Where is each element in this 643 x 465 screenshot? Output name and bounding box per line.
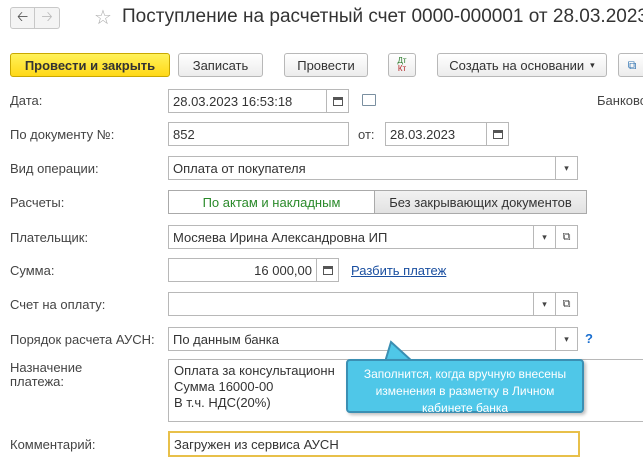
from-label: от: bbox=[358, 127, 375, 142]
calendar-icon bbox=[332, 96, 343, 106]
chevron-down-icon: ▾ bbox=[542, 231, 547, 242]
open-icon: ⧉ bbox=[562, 297, 571, 310]
payer-field[interactable]: Мосяева Ирина Александровна ИП bbox=[168, 225, 534, 249]
invoice-open-button[interactable]: ⧉ bbox=[556, 292, 578, 316]
purpose-label: Назначение платежа: bbox=[10, 361, 82, 389]
operation-select[interactable]: Оплата от покупателя bbox=[168, 156, 556, 180]
doc-date-field[interactable]: 28.03.2023 bbox=[385, 122, 487, 146]
ausn-dropdown-button[interactable]: ▾ bbox=[556, 327, 578, 351]
invoice-label: Счет на оплату: bbox=[10, 297, 106, 312]
operation-dropdown-button[interactable]: ▾ bbox=[556, 156, 578, 180]
comment-stamp-icon[interactable] bbox=[362, 94, 376, 106]
payer-open-button[interactable]: ⧉ bbox=[556, 225, 578, 249]
doc-number-field[interactable]: 852 bbox=[168, 122, 349, 146]
ausn-select[interactable]: По данным банка bbox=[168, 327, 556, 351]
calculator-icon bbox=[322, 265, 333, 275]
bank-label: Банковс bbox=[597, 93, 643, 108]
post-button[interactable]: Провести bbox=[284, 53, 368, 77]
arrow-left-icon: 🡠 bbox=[16, 8, 29, 24]
chevron-down-icon: ▾ bbox=[564, 333, 569, 344]
comment-label: Комментарий: bbox=[10, 437, 96, 452]
amount-field[interactable]: 16 000,00 bbox=[168, 258, 317, 282]
dt-kt-button[interactable]: Дт Кт bbox=[388, 53, 416, 77]
arrow-right-icon: 🡢 bbox=[41, 8, 53, 24]
chevron-down-icon: ▾ bbox=[564, 162, 569, 173]
calculator-button[interactable] bbox=[317, 258, 339, 282]
structure-button[interactable]: ⧉ bbox=[618, 53, 643, 77]
star-icon[interactable]: ☆ bbox=[94, 5, 112, 30]
ausn-label: Порядок расчета АУСН: bbox=[10, 332, 155, 347]
create-based-on-label: Создать на основании bbox=[449, 57, 585, 73]
purpose-label-line2: платежа: bbox=[10, 374, 64, 389]
split-payment-link[interactable]: Разбить платеж bbox=[351, 263, 446, 278]
calendar-icon bbox=[492, 129, 503, 139]
date-calendar-button[interactable] bbox=[327, 89, 349, 113]
payer-label: Плательщик: bbox=[10, 230, 89, 245]
payer-dropdown-button[interactable]: ▾ bbox=[534, 225, 556, 249]
purpose-label-line1: Назначение bbox=[10, 360, 83, 375]
create-based-on-button[interactable]: Создать на основании ▾ bbox=[437, 53, 607, 77]
open-icon: ⧉ bbox=[562, 230, 571, 243]
invoice-dropdown-button[interactable]: ▾ bbox=[534, 292, 556, 316]
date-field[interactable]: 28.03.2023 16:53:18 bbox=[168, 89, 327, 113]
operation-label: Вид операции: bbox=[10, 161, 99, 176]
kt-label: Кт bbox=[397, 64, 407, 73]
doc-number-label: По документу №: bbox=[10, 127, 115, 142]
hierarchy-icon: ⧉ bbox=[627, 57, 637, 72]
back-button[interactable]: 🡠 bbox=[10, 7, 35, 29]
forward-button[interactable]: 🡢 bbox=[35, 7, 60, 29]
help-icon[interactable]: ? bbox=[585, 331, 593, 346]
doc-date-calendar-button[interactable] bbox=[487, 122, 509, 146]
settlements-label: Расчеты: bbox=[10, 195, 65, 210]
chevron-down-icon: ▾ bbox=[542, 298, 547, 309]
amount-label: Сумма: bbox=[10, 263, 55, 278]
comment-field[interactable]: Загружен из сервиса АУСН bbox=[168, 431, 580, 457]
save-button[interactable]: Записать bbox=[178, 53, 263, 77]
chevron-down-icon: ▾ bbox=[590, 59, 595, 70]
settlements-option-no-docs[interactable]: Без закрывающих документов bbox=[375, 190, 587, 214]
post-and-close-button[interactable]: Провести и закрыть bbox=[10, 53, 170, 77]
invoice-field[interactable] bbox=[168, 292, 534, 316]
page-title: Поступление на расчетный счет 0000-00000… bbox=[122, 6, 643, 27]
tooltip-callout: Заполнится, когда вручную внесены измене… bbox=[346, 359, 584, 415]
settlements-option-acts[interactable]: По актам и накладным bbox=[168, 190, 375, 214]
date-label: Дата: bbox=[10, 93, 43, 108]
